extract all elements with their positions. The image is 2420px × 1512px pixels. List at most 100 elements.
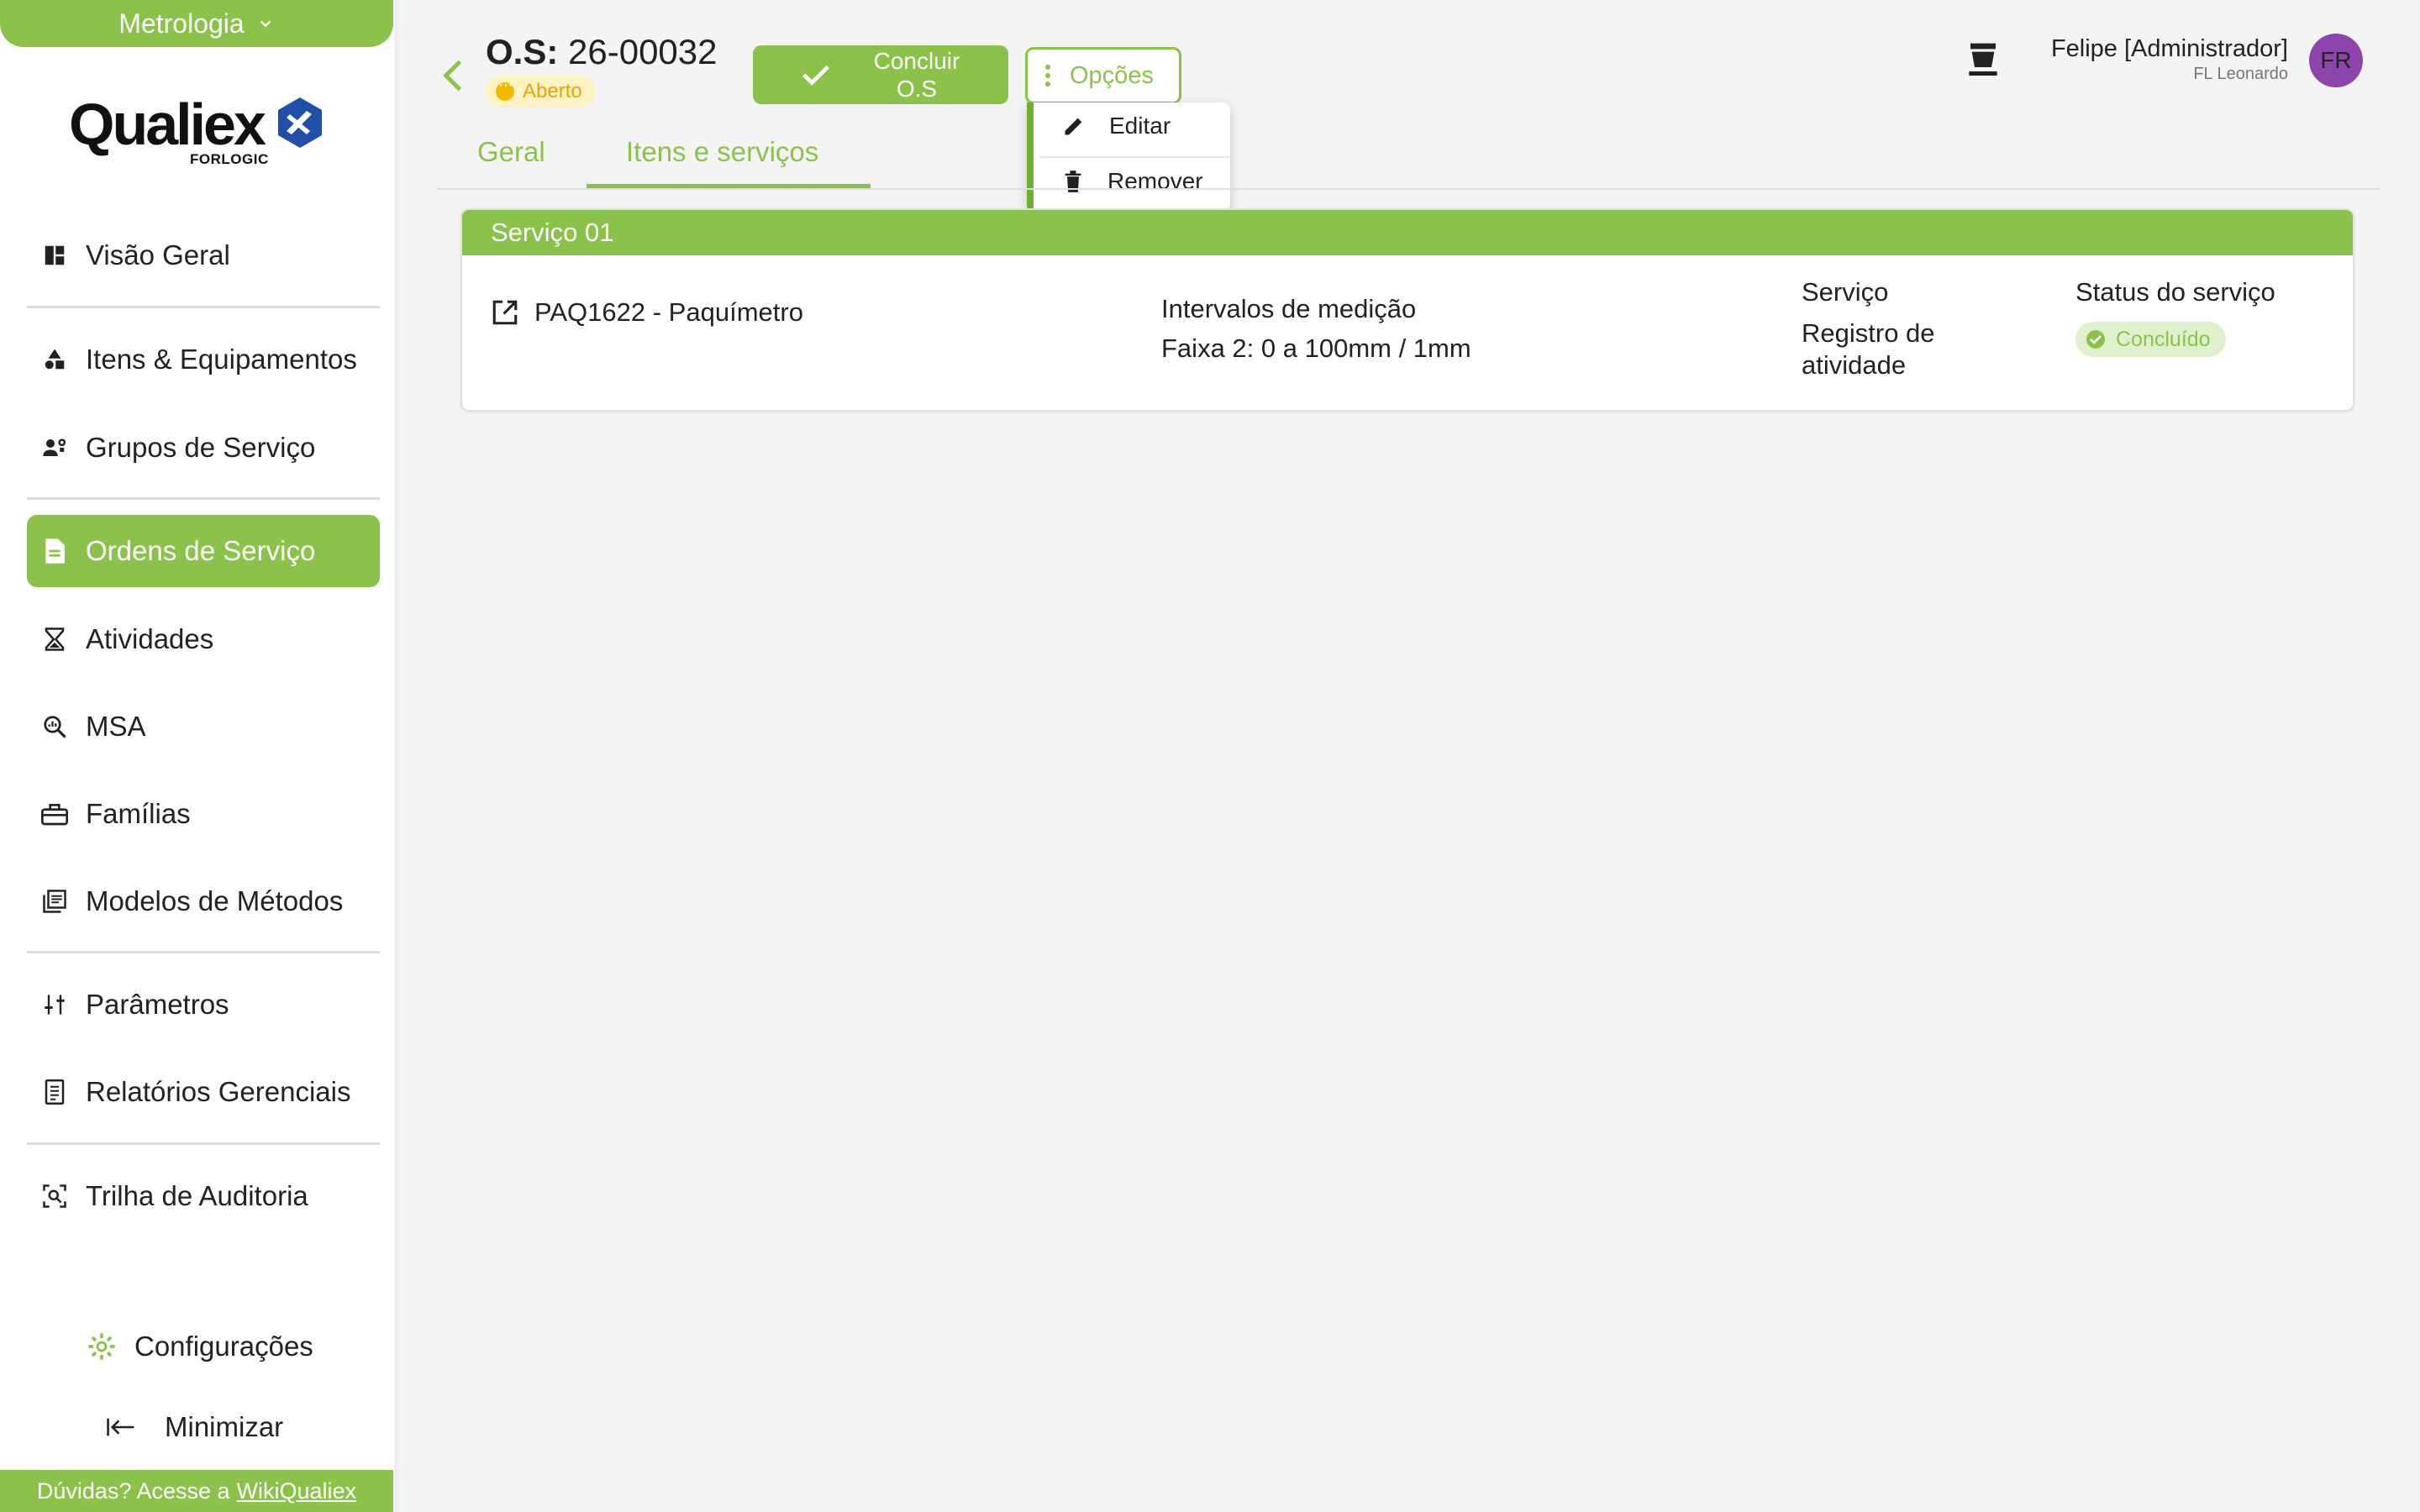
- item-name: PAQ1622 - Paquímetro: [534, 297, 803, 327]
- sidebar-item-label: Itens & Equipamentos: [86, 344, 357, 375]
- menu-item-label: Remover: [1107, 168, 1203, 194]
- sidebar-item-ordens-servico[interactable]: Ordens de Serviço: [27, 515, 380, 587]
- sidebar-item-familias[interactable]: Famílias: [27, 778, 380, 850]
- sidebar-item-grupos-servico[interactable]: Grupos de Serviço: [27, 412, 380, 484]
- nav-divider: [27, 497, 380, 500]
- sidebar-item-label: Parâmetros: [86, 989, 229, 1020]
- shapes-icon: [40, 345, 69, 374]
- interval-value: Faixa 2: 0 a 100mm / 1mm: [1161, 333, 1471, 363]
- check-circle-icon: [2086, 330, 2105, 349]
- minimize-label: Minimizar: [165, 1411, 284, 1442]
- module-label: Metrologia: [118, 8, 245, 39]
- module-switcher[interactable]: Metrologia: [0, 0, 393, 47]
- sidebar-item-label: Relatórios Gerenciais: [86, 1076, 351, 1107]
- avatar-initials: FR: [2320, 47, 2352, 73]
- sidebar-item-label: Trilha de Auditoria: [86, 1180, 308, 1211]
- sidebar-item-itens-equipamentos[interactable]: Itens & Equipamentos: [27, 323, 380, 396]
- minimize-button[interactable]: Minimizar: [106, 1411, 283, 1443]
- open-external-icon: [492, 300, 518, 325]
- menu-divider: [1040, 156, 1230, 158]
- logo-text: Qualiex: [69, 92, 266, 157]
- hourglass-icon: [40, 625, 69, 654]
- service-status-label: Status do serviço: [2075, 277, 2275, 307]
- sidebar-item-visao-geral[interactable]: Visão Geral: [27, 219, 380, 291]
- status-label: Aberto: [523, 80, 582, 102]
- conclude-os-button[interactable]: Concluir O.S: [753, 45, 1008, 104]
- sidebar-item-label: Visão Geral: [86, 239, 230, 270]
- dashboard-icon: [40, 241, 69, 270]
- sidebar-item-label: Modelos de Métodos: [86, 885, 344, 916]
- interval-label: Intervalos de medição: [1161, 294, 1417, 323]
- sidebar-item-label: MSA: [86, 711, 146, 742]
- sidebar-item-msa[interactable]: MSA: [27, 690, 380, 763]
- settings-button[interactable]: Configurações: [87, 1331, 313, 1362]
- chevron-down-icon: [260, 20, 271, 28]
- tab-itens-servicos[interactable]: Itens e serviços: [626, 136, 818, 168]
- service-status-badge: Concluído: [2075, 322, 2226, 357]
- conclude-label-line1: Concluir: [873, 48, 960, 74]
- service-card-header: Serviço 01: [462, 210, 2353, 255]
- tab-label: Itens e serviços: [626, 136, 819, 167]
- magnify-chart-icon: [40, 712, 69, 741]
- tab-geral[interactable]: Geral: [477, 136, 545, 168]
- check-icon: [802, 65, 829, 86]
- sidebar-item-label: Atividades: [86, 623, 214, 654]
- conclude-label: Concluir O.S: [862, 47, 971, 102]
- user-name[interactable]: Felipe [Administrador]: [2051, 35, 2288, 63]
- os-prefix: O.S:: [486, 32, 559, 71]
- nav-divider: [27, 306, 380, 308]
- item-link[interactable]: PAQ1622 - Paquímetro: [491, 297, 803, 328]
- library-icon: [40, 887, 69, 916]
- nav-divider: [27, 951, 380, 953]
- group-settings-icon: [40, 433, 69, 462]
- back-arrow-icon[interactable]: [439, 59, 467, 92]
- sliders-icon: [40, 990, 69, 1019]
- status-badge: Aberto: [486, 76, 596, 108]
- sidebar-item-label: Grupos de Serviço: [86, 432, 316, 463]
- logo-mark-icon: [278, 97, 322, 148]
- help-bar: Dúvidas? Acesse a WikiQualiex: [0, 1470, 393, 1512]
- toolbox-icon: [40, 800, 69, 828]
- service-title: Serviço 01: [491, 218, 614, 247]
- conclude-label-line2: O.S: [896, 76, 938, 102]
- options-label: Opções: [1070, 61, 1154, 89]
- service-status-value: Concluído: [2116, 327, 2211, 351]
- gear-icon: [88, 1333, 115, 1360]
- menu-item-label: Editar: [1109, 113, 1171, 139]
- user-company: FL Leonardo: [2193, 65, 2288, 83]
- service-type-label: Serviço: [1802, 277, 1889, 307]
- options-menu: Editar Remover: [1027, 102, 1230, 212]
- qualiex-logo: Qualiex FORLOGIC: [69, 91, 329, 168]
- sidebar-item-relatorios-gerenciais[interactable]: Relatórios Gerenciais: [27, 1056, 380, 1128]
- wiki-link[interactable]: WikiQualiex: [237, 1478, 357, 1504]
- report-icon: [40, 1078, 69, 1106]
- more-vertical-icon: [1044, 64, 1051, 87]
- menu-item-remove[interactable]: Remover: [1062, 168, 1203, 195]
- tabs-divider: [437, 188, 2380, 190]
- sidebar-item-label: Ordens de Serviço: [86, 535, 316, 566]
- active-tab-indicator: [587, 184, 871, 188]
- help-text: Dúvidas? Acesse a: [36, 1478, 230, 1504]
- collapse-left-icon: [107, 1418, 134, 1436]
- sidebar-item-atividades[interactable]: Atividades: [27, 603, 380, 675]
- coffee-cup-icon[interactable]: [1966, 40, 2000, 77]
- sidebar: Metrologia Qualiex FORLOGIC Visão Geral …: [0, 0, 395, 1512]
- sidebar-item-parametros[interactable]: Parâmetros: [27, 969, 380, 1041]
- options-button[interactable]: Opções: [1025, 47, 1181, 104]
- os-number: 26-00032: [568, 32, 718, 71]
- sidebar-item-label: Famílias: [86, 798, 191, 829]
- tab-label: Geral: [477, 136, 545, 167]
- logo-subtext: FORLOGIC: [190, 151, 269, 167]
- avatar[interactable]: FR: [2309, 34, 2363, 87]
- service-type-value: Registro de atividade: [1802, 318, 1935, 380]
- menu-item-edit[interactable]: Editar: [1062, 113, 1171, 139]
- sidebar-item-modelos-metodos[interactable]: Modelos de Métodos: [27, 865, 380, 937]
- sidebar-item-trilha-auditoria[interactable]: Trilha de Auditoria: [27, 1160, 380, 1232]
- nav-divider: [27, 1142, 380, 1145]
- pending-dots-icon: [496, 76, 514, 101]
- settings-label: Configurações: [134, 1331, 313, 1362]
- pencil-icon: [1065, 118, 1082, 135]
- service-card: Serviço 01 PAQ1622 - Paquímetro Interval…: [460, 208, 2354, 412]
- page-title: O.S: 26-00032: [486, 32, 718, 72]
- audit-scan-icon: [40, 1182, 69, 1210]
